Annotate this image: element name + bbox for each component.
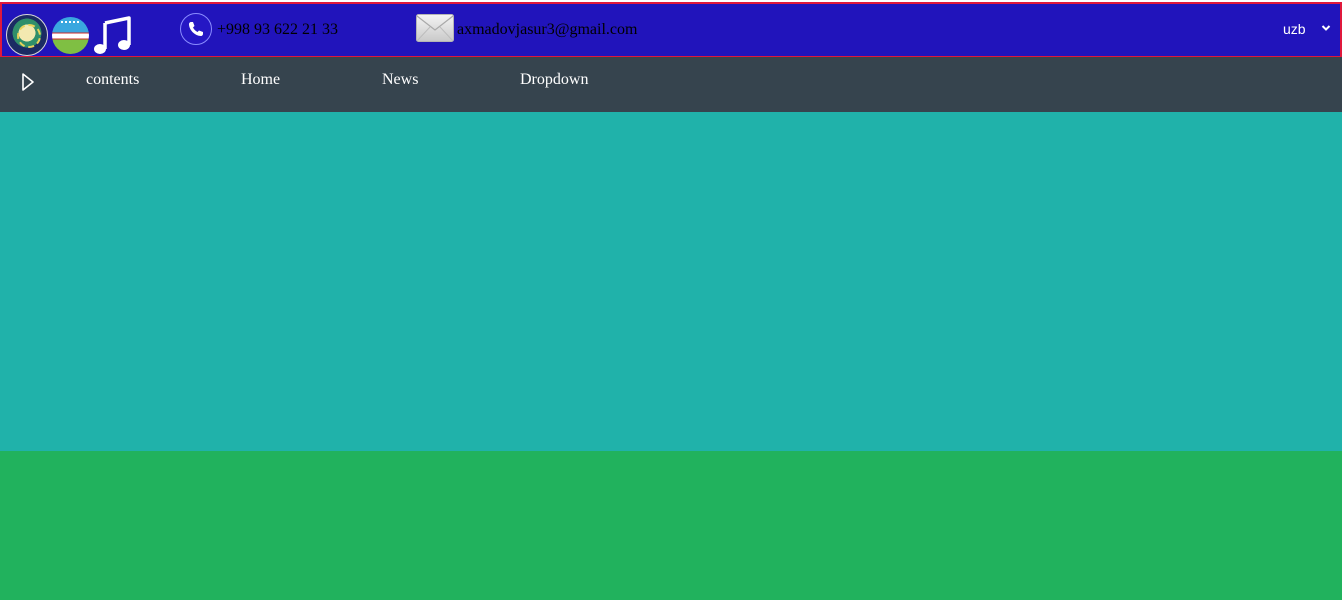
content-section	[0, 451, 1342, 600]
music-note-icon[interactable]	[92, 14, 136, 58]
language-selected: uzb	[1283, 21, 1306, 37]
nav-item-contents[interactable]: contents	[86, 71, 139, 89]
main-navbar: contents Home News Dropdown	[0, 57, 1342, 112]
nav-item-dropdown[interactable]: Dropdown	[520, 71, 588, 89]
nav-item-news[interactable]: News	[382, 71, 418, 89]
phone-number[interactable]: +998 93 622 21 33	[217, 21, 338, 39]
nav-item-home[interactable]: Home	[241, 71, 280, 89]
chevron-down-icon	[1321, 25, 1331, 31]
top-contact-bar: +998 93 622 21 33 axmadovjasur3@gmail.co…	[0, 2, 1342, 58]
phone-icon[interactable]	[180, 13, 212, 45]
triangle-right-icon[interactable]	[20, 72, 36, 92]
language-select[interactable]: uzb	[1272, 20, 1336, 40]
email-address[interactable]: axmadovjasur3@gmail.com	[457, 21, 637, 39]
uzbekistan-flag-icon[interactable]	[52, 17, 89, 54]
hero-section	[0, 112, 1342, 451]
envelope-icon[interactable]	[416, 14, 454, 42]
uzbekistan-emblem-icon[interactable]	[6, 14, 48, 56]
